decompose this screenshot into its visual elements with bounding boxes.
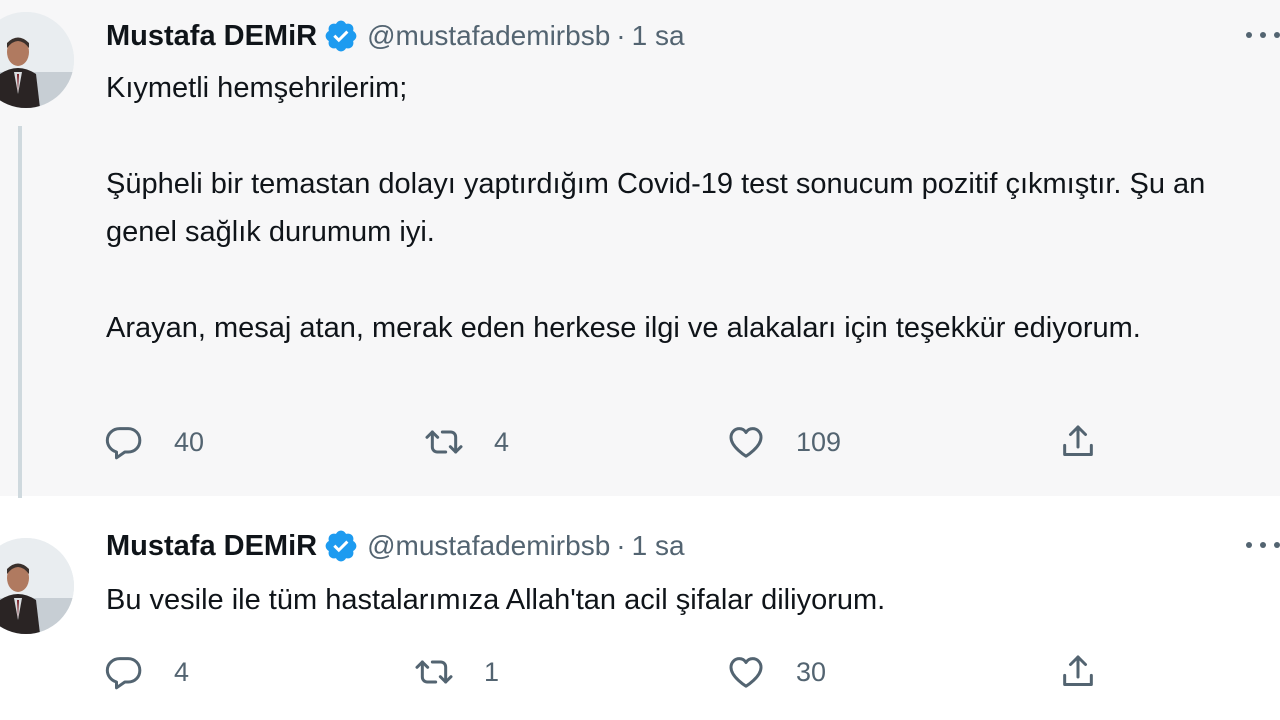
more-icon[interactable] <box>1246 530 1280 560</box>
retweet-button[interactable]: 1 <box>414 648 499 696</box>
retweet-icon <box>415 660 453 684</box>
separator-dot: · <box>616 530 626 561</box>
reply-icon <box>105 427 142 460</box>
like-button[interactable]: 30 <box>726 648 826 696</box>
tweet-paragraph: Şüpheli bir temastan dolayı yaptırdığım … <box>106 168 1206 248</box>
reply-icon <box>105 657 142 690</box>
like-count: 109 <box>796 426 842 457</box>
author-name[interactable]: Mustafa DEMiR <box>106 530 317 563</box>
tweet-paragraph: Arayan, mesaj atan, merak eden herkese i… <box>106 312 1141 344</box>
share-button[interactable] <box>1058 418 1098 466</box>
retweet-icon <box>425 430 463 454</box>
retweet-button[interactable]: 4 <box>424 418 509 466</box>
tweet-text: Bu vesile ile tüm hastalarımıza Allah'ta… <box>106 576 1226 624</box>
tweet-text: Kıymetli hemşehrilerim; Şüpheli bir tema… <box>106 64 1226 352</box>
tweet-header: Mustafa DEMiR @mustafademirbsb · 1 sa <box>106 526 685 566</box>
reply-count: 40 <box>174 426 205 457</box>
thread-connector-line <box>18 126 22 498</box>
more-icon[interactable] <box>1246 20 1280 50</box>
retweet-count: 1 <box>484 656 500 687</box>
timestamp[interactable]: 1 sa <box>632 530 685 562</box>
like-icon <box>729 657 763 688</box>
timestamp[interactable]: 1 sa <box>632 20 685 52</box>
author-handle[interactable]: @mustafademirbsb <box>367 530 610 562</box>
like-icon <box>729 427 763 458</box>
share-icon <box>1063 425 1093 456</box>
tweet-actions: 4 1 30 <box>104 648 1104 696</box>
retweet-count: 4 <box>494 426 510 457</box>
reply-button[interactable]: 40 <box>104 418 204 466</box>
tweet-paragraph: Kıymetli hemşehrilerim; <box>106 72 408 104</box>
tweet-actions: 40 4 109 <box>104 418 1104 466</box>
tweet-header: Mustafa DEMiR @mustafademirbsb · 1 sa <box>106 16 685 56</box>
share-icon <box>1063 655 1093 686</box>
reply-button[interactable]: 4 <box>104 648 189 696</box>
like-button[interactable]: 109 <box>726 418 841 466</box>
author-name[interactable]: Mustafa DEMiR <box>106 20 317 53</box>
verified-badge-icon <box>325 20 357 52</box>
share-button[interactable] <box>1058 648 1098 696</box>
tweet-paragraph: Bu vesile ile tüm hastalarımıza Allah'ta… <box>106 584 886 616</box>
like-count: 30 <box>796 656 827 687</box>
author-handle[interactable]: @mustafademirbsb <box>367 20 610 52</box>
verified-badge-icon <box>325 530 357 562</box>
separator-dot: · <box>616 20 626 51</box>
reply-count: 4 <box>174 656 190 687</box>
